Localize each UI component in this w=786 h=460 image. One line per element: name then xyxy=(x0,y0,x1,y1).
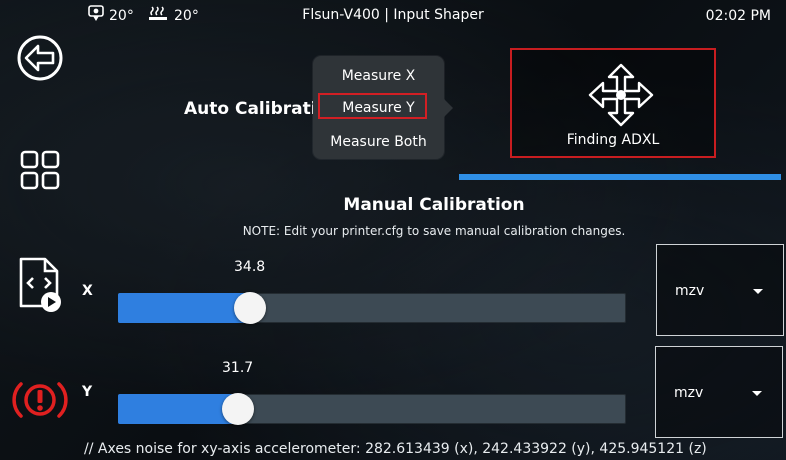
y-slider-fill xyxy=(118,394,239,424)
chevron-down-icon xyxy=(753,289,763,294)
emergency-stop-icon xyxy=(9,375,71,429)
grid-menu-icon xyxy=(19,149,61,195)
back-arrow-icon xyxy=(16,34,64,86)
x-frequency-slider[interactable] xyxy=(118,293,626,323)
y-shaper-value: mzv xyxy=(674,385,704,401)
measure-both-item[interactable]: Measure Both xyxy=(313,133,444,151)
page-title: Flsun-V400 | Input Shaper xyxy=(302,7,484,23)
x-frequency-value: 34.8 xyxy=(234,259,266,275)
axes-noise-text: // Axes noise for xy-axis accelerometer:… xyxy=(84,441,707,457)
measure-y-item[interactable]: Measure Y xyxy=(313,99,444,117)
macro-file-icon xyxy=(15,256,65,318)
finding-adxl-button[interactable]: Finding ADXL xyxy=(510,48,716,158)
clock: 02:02 PM xyxy=(705,8,771,24)
macros-button[interactable] xyxy=(8,255,72,319)
x-slider-thumb[interactable] xyxy=(234,292,267,324)
x-slider-fill xyxy=(118,293,251,323)
y-axis-label: Y xyxy=(82,384,93,400)
status-bar: 20° 20° Flsun-V400 | Input Shaper 02:02 … xyxy=(0,0,786,34)
y-frequency-slider[interactable] xyxy=(118,394,626,424)
measure-popover: Measure X Measure Y Measure Both xyxy=(313,56,444,159)
x-shaper-dropdown[interactable]: mzv xyxy=(656,244,784,336)
popover-arrow xyxy=(444,99,453,117)
manual-calibration-note: NOTE: Edit your printer.cfg to save manu… xyxy=(242,224,626,238)
y-shaper-dropdown[interactable]: mzv xyxy=(655,346,783,438)
manual-calibration-title: Manual Calibration xyxy=(343,195,525,215)
finding-adxl-label: Finding ADXL xyxy=(566,132,660,148)
emergency-stop-button[interactable] xyxy=(8,370,72,434)
move-arrows-icon xyxy=(586,62,656,132)
x-axis-label: X xyxy=(82,283,93,299)
chevron-down-icon xyxy=(752,391,762,396)
calibration-progress-bar xyxy=(459,174,781,180)
y-frequency-value: 31.7 xyxy=(222,360,254,376)
progress-fill xyxy=(459,174,781,180)
measure-x-item[interactable]: Measure X xyxy=(313,67,444,85)
back-button[interactable] xyxy=(8,28,72,92)
x-shaper-value: mzv xyxy=(675,283,705,299)
